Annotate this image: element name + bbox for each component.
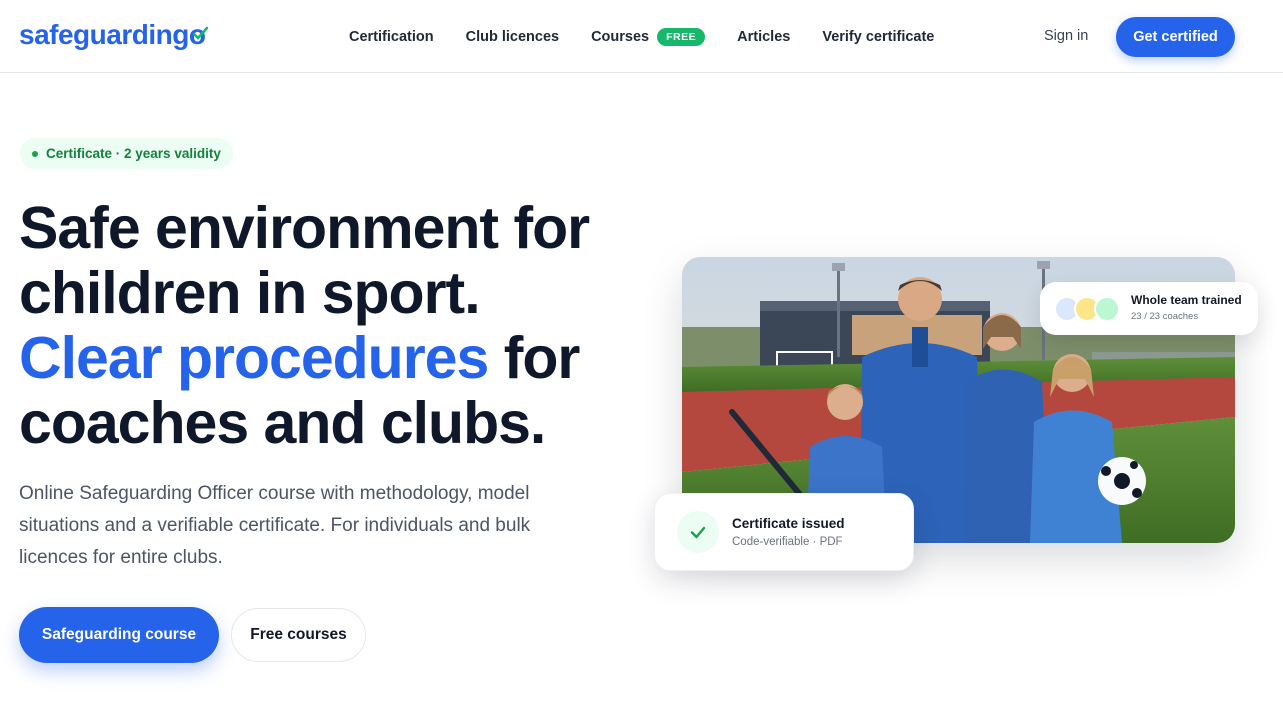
safeguarding-course-button[interactable]: Safeguarding course (19, 607, 219, 663)
team-card-title: Whole team trained (1131, 293, 1242, 307)
team-trained-card: Whole team trained 23 / 23 coaches (1040, 282, 1258, 335)
free-badge: FREE (657, 28, 706, 46)
avatar-stack (1054, 296, 1120, 322)
validity-pill-text: Certificate · 2 years validity (46, 146, 221, 161)
main-nav: Certification Club licences Courses FREE… (349, 24, 966, 50)
site-header: safeguardingo Certification Club licence… (0, 0, 1283, 73)
certificate-issued-card: Certificate issued Code-verifiable · PDF (654, 493, 914, 571)
headline-line-2: children in sport. (19, 260, 481, 326)
headline-accent: Clear procedures (19, 325, 489, 391)
cert-card-subtitle: Code-verifiable · PDF (732, 536, 843, 548)
headline-line-1: Safe environment for (19, 195, 590, 261)
avatar (1094, 296, 1120, 322)
team-card-subtitle: 23 / 23 coaches (1131, 311, 1199, 322)
validity-pill: Certificate · 2 years validity (20, 138, 233, 169)
get-certified-button[interactable]: Get certified (1116, 17, 1235, 57)
logo-text: safeguardingo (19, 19, 208, 50)
cert-card-title: Certificate issued (732, 516, 845, 531)
nav-articles[interactable]: Articles (737, 29, 790, 45)
logo-o-check-icon: o (188, 19, 208, 50)
hero-lead: Online Safeguarding Officer course with … (19, 483, 531, 568)
check-icon (677, 511, 719, 553)
nav-courses-label: Courses (591, 29, 650, 45)
hero-headline: Safe environment for children in sport. … (19, 196, 639, 456)
nav-certification[interactable]: Certification (349, 29, 434, 45)
free-courses-button[interactable]: Free courses (231, 608, 366, 662)
nav-verify-certificate[interactable]: Verify certificate (822, 29, 934, 45)
headline-line-4: coaches and clubs. (19, 390, 546, 456)
headline-line-3-rest: for (488, 325, 581, 391)
nav-club-licences[interactable]: Club licences (466, 29, 559, 45)
logo[interactable]: safeguardingo (19, 18, 208, 52)
sign-in-link[interactable]: Sign in (1044, 28, 1088, 44)
status-dot-icon (32, 150, 38, 157)
nav-courses[interactable]: Courses FREE (591, 28, 706, 46)
